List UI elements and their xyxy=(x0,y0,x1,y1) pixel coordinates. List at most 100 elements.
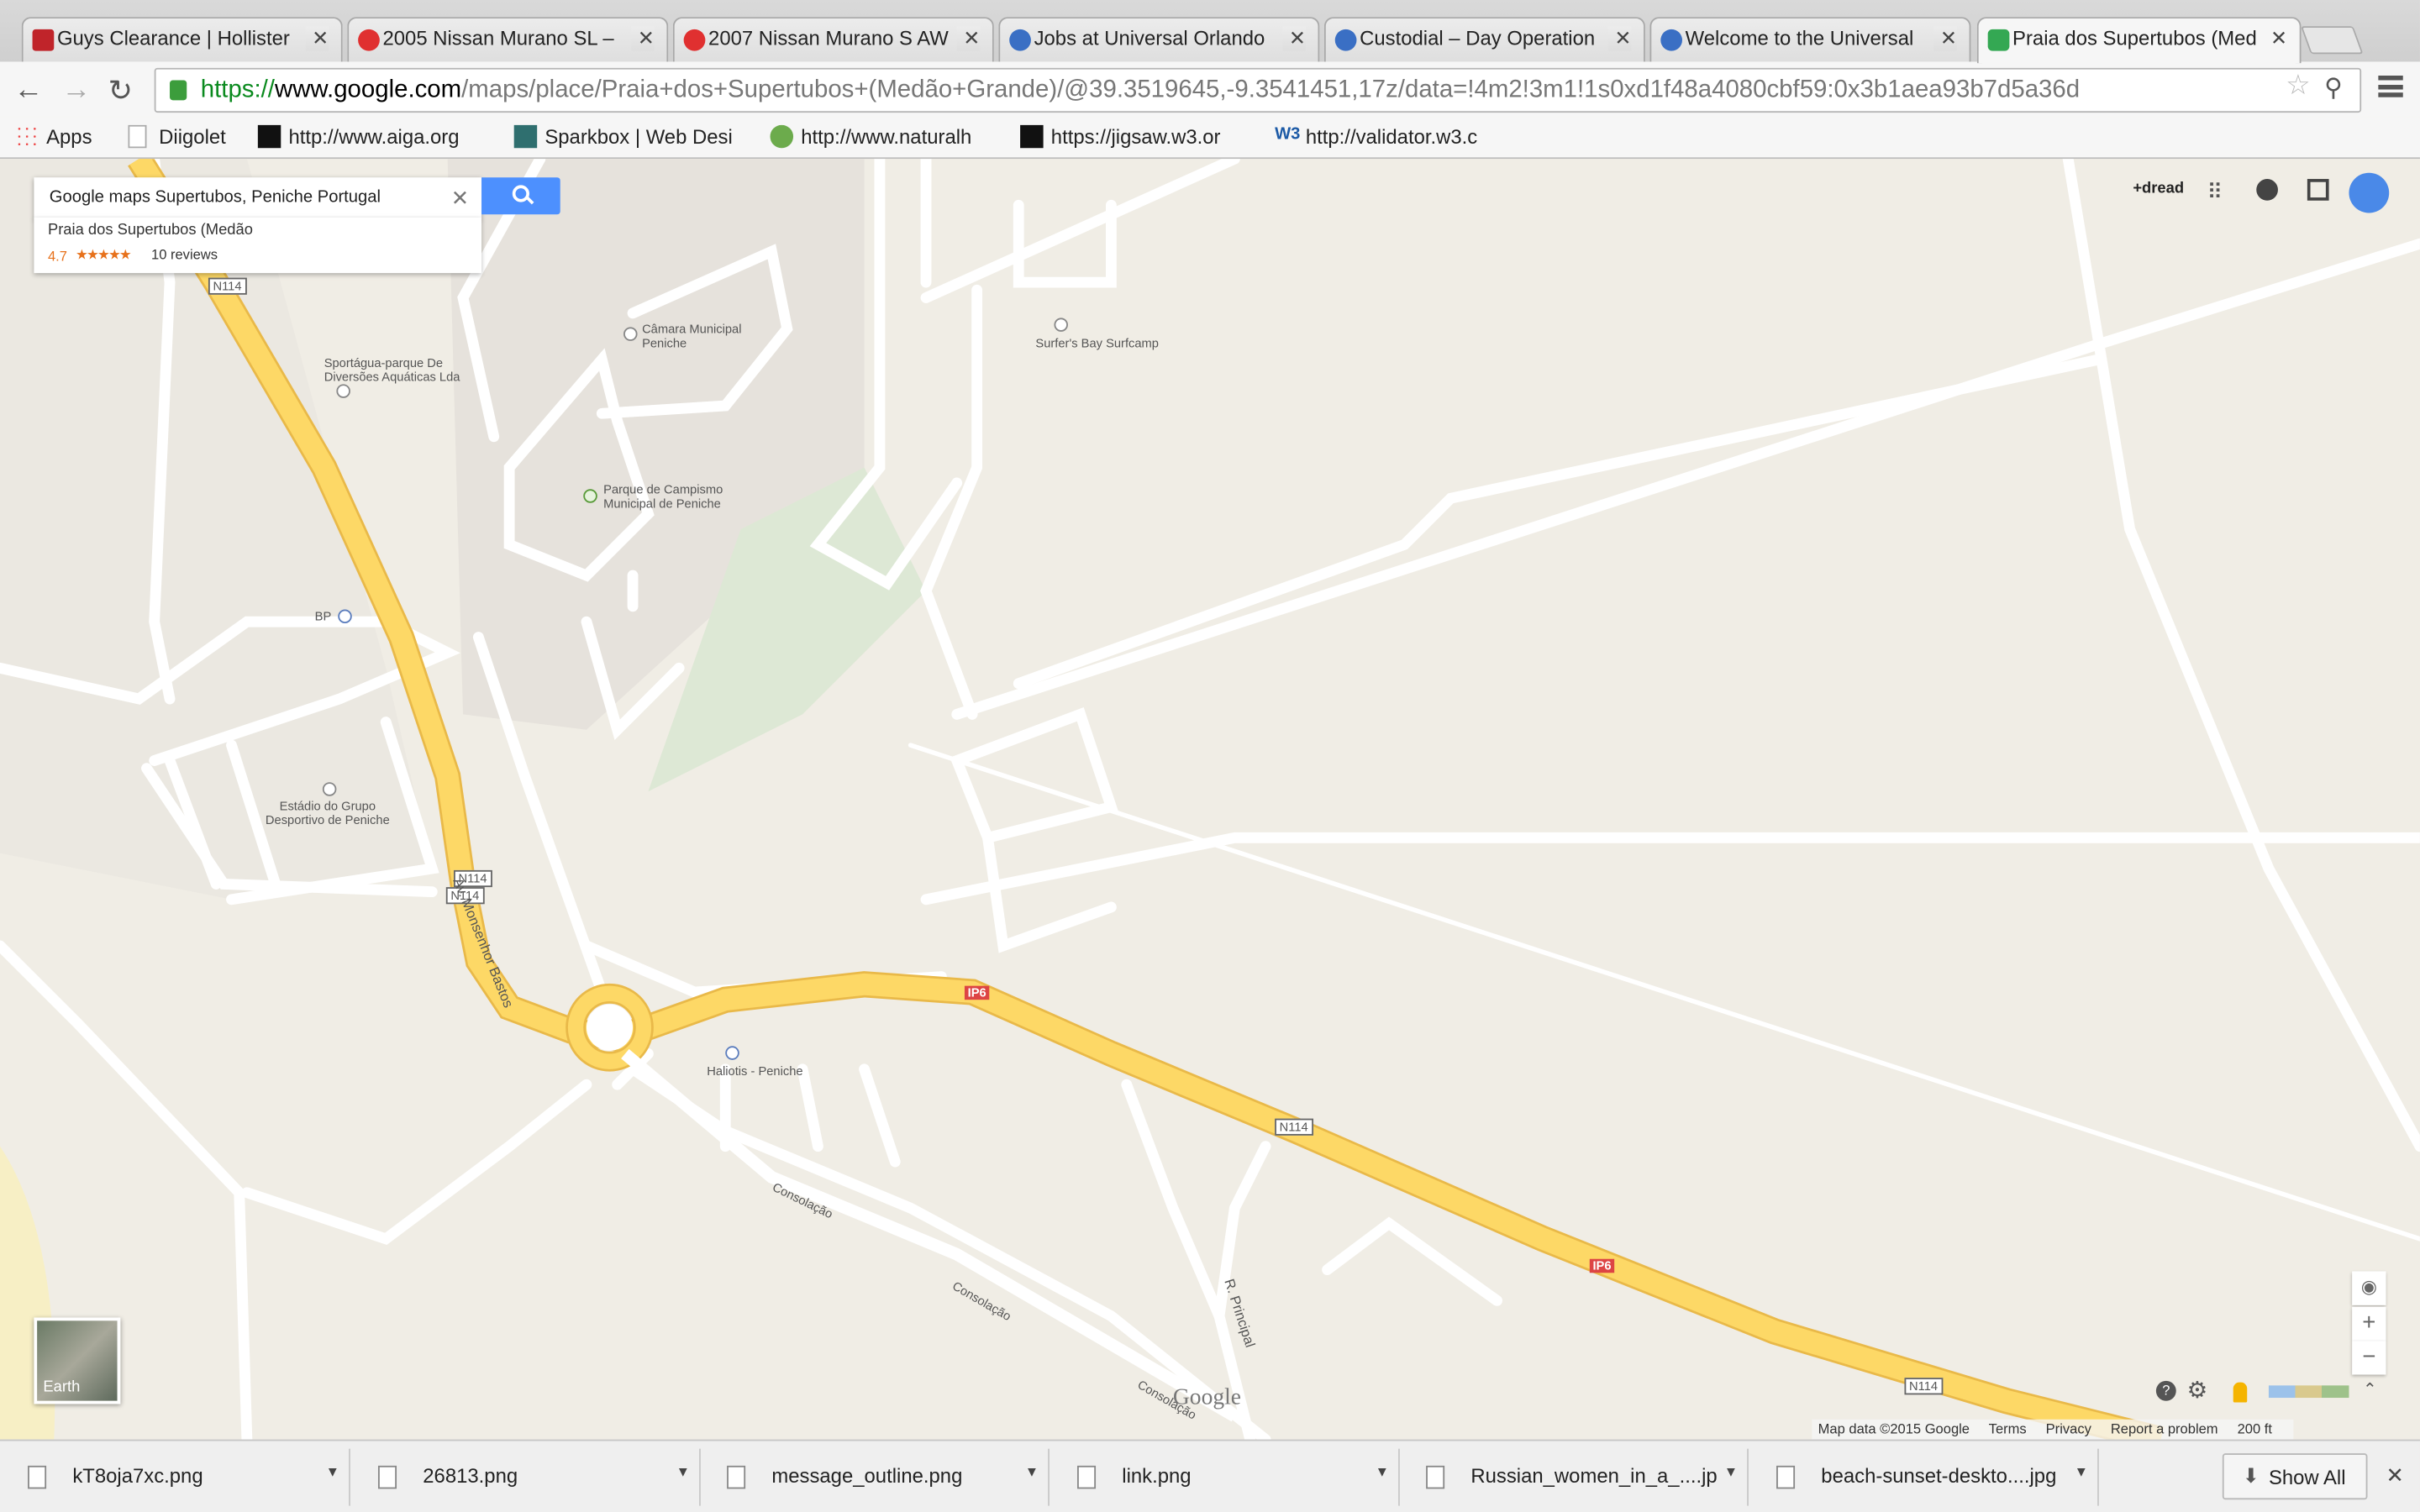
close-tab-icon[interactable]: ✕ xyxy=(631,26,655,51)
google-maps-icon xyxy=(1987,29,2010,51)
download-filename: link.png xyxy=(1122,1464,1192,1488)
hollister-icon xyxy=(32,29,55,51)
close-tab-icon[interactable]: ✕ xyxy=(1608,26,1632,51)
bookmark-apps[interactable]: Apps xyxy=(15,124,124,149)
chevron-down-icon[interactable]: ▼ xyxy=(1376,1464,1389,1479)
bookmark-label: Diigolet xyxy=(159,124,226,149)
back-arrow-icon[interactable]: ← xyxy=(14,74,44,108)
tab-title: Welcome to the Universal xyxy=(1685,26,1914,50)
download-filename: beach-sunset-deskto....jpg xyxy=(1821,1464,2057,1488)
address-bar[interactable]: https://www.google.com/maps/place/Praia+… xyxy=(154,67,2362,113)
terms-link[interactable]: Terms xyxy=(1989,1421,2027,1436)
water-park-icon[interactable] xyxy=(336,384,350,398)
notifications-icon[interactable] xyxy=(2256,179,2278,201)
reviews-link[interactable]: 10 reviews xyxy=(151,247,218,262)
poi-parque-campismo[interactable]: Parque de Campismo Municipal de Peniche xyxy=(603,483,723,511)
map-canvas[interactable]: N114 N114 N114 N114 N114 IP6 IP6 Câmara … xyxy=(0,159,2420,1440)
download-item[interactable]: kT8oja7xc.png ▼ xyxy=(6,1448,350,1506)
consolacao-road xyxy=(621,1048,1239,1422)
poi-surfcamp[interactable]: Surfer's Bay Surfcamp xyxy=(1035,336,1159,350)
scale-label[interactable]: 200 ft xyxy=(2238,1421,2272,1436)
close-tab-icon[interactable]: ✕ xyxy=(1282,26,1306,51)
poi-haliotis[interactable]: Haliotis - Peniche xyxy=(707,1064,802,1079)
search-button[interactable] xyxy=(481,177,560,215)
tab-welcome-universal[interactable]: Welcome to the Universal ✕ xyxy=(1649,17,1971,62)
download-item[interactable]: link.png ▼ xyxy=(1055,1448,1400,1506)
tab-nissan-2005[interactable]: 2005 Nissan Murano SL – ✕ xyxy=(347,17,669,62)
bookmark-diigolet[interactable]: Diigolet xyxy=(128,124,244,149)
close-tab-icon[interactable]: ✕ xyxy=(956,26,981,51)
campsite-icon[interactable] xyxy=(583,489,597,503)
route-shield-n114: N114 xyxy=(1904,1378,1943,1395)
tab-title: 2005 Nissan Murano SL – xyxy=(382,26,614,50)
city-hall-icon[interactable] xyxy=(623,327,638,341)
tab-custodial[interactable]: Custodial – Day Operation ✕ xyxy=(1323,17,1645,62)
expand-chevron-icon[interactable]: ⌃ xyxy=(2363,1379,2377,1399)
place-card[interactable]: Praia dos Supertubos (Medão 4.7 ★★★★★ 10… xyxy=(34,217,482,274)
close-downloads-icon[interactable]: ✕ xyxy=(2386,1462,2405,1488)
report-problem-link[interactable]: Report a problem xyxy=(2111,1421,2218,1436)
show-all-downloads-button[interactable]: Show All xyxy=(2222,1453,2368,1500)
search-icon[interactable]: ⚲ xyxy=(2324,72,2343,103)
new-tab-button[interactable] xyxy=(2301,26,2364,55)
zoom-out-button[interactable]: − xyxy=(2352,1341,2386,1375)
help-icon[interactable]: ? xyxy=(2155,1380,2176,1401)
earth-label: Earth xyxy=(43,1379,81,1397)
my-location-icon[interactable]: ◉ xyxy=(2352,1271,2386,1305)
file-icon xyxy=(28,1465,47,1489)
google-plus-user-link[interactable]: +dread xyxy=(2133,181,2184,197)
chevron-down-icon[interactable]: ▼ xyxy=(1724,1464,1738,1479)
place-name[interactable]: Praia dos Supertubos (Medão xyxy=(48,222,253,239)
poi-bp[interactable]: BP xyxy=(315,609,332,623)
poi-estadio[interactable]: Estádio do Grupo Desportivo de Peniche xyxy=(266,799,390,827)
tab-hollister[interactable]: Guys Clearance | Hollister ✕ xyxy=(21,17,343,62)
attraction-icon[interactable] xyxy=(725,1046,739,1060)
cg-icon xyxy=(683,29,706,51)
bookmark-star-icon[interactable]: ☆ xyxy=(2286,70,2311,102)
surfcamp-icon[interactable] xyxy=(1054,318,1068,332)
chevron-down-icon[interactable]: ▼ xyxy=(1025,1464,1039,1479)
imagery-thumbnails-icon[interactable] xyxy=(2268,1385,2349,1399)
tab-jobs-universal[interactable]: Jobs at Universal Orlando ✕ xyxy=(998,17,1320,62)
bookmark-jigsaw[interactable]: https://jigsaw.w3.or xyxy=(1020,124,1245,149)
chrome-menu-icon[interactable] xyxy=(2378,75,2403,97)
download-item[interactable]: Russian_women_in_a_....jpg ▼ xyxy=(1404,1448,1749,1506)
download-item[interactable]: message_outline.png ▼ xyxy=(705,1448,1050,1506)
clear-search-icon[interactable]: ✕ xyxy=(451,185,470,211)
avatar[interactable] xyxy=(2349,172,2390,213)
bookmark-aiga[interactable]: http://www.aiga.org xyxy=(257,124,483,149)
close-tab-icon[interactable]: ✕ xyxy=(2264,26,2287,51)
zoom-in-button[interactable]: + xyxy=(2352,1306,2386,1341)
tab-strip: Guys Clearance | Hollister ✕ 2005 Nissan… xyxy=(0,0,2420,64)
chevron-down-icon[interactable]: ▼ xyxy=(326,1464,339,1479)
download-item[interactable]: beach-sunset-deskto....jpg ▼ xyxy=(1754,1448,2099,1506)
close-tab-icon[interactable]: ✕ xyxy=(305,26,329,51)
pegman-icon[interactable] xyxy=(2233,1382,2248,1403)
file-icon xyxy=(1426,1465,1445,1489)
close-tab-icon[interactable]: ✕ xyxy=(1933,26,1957,51)
chevron-down-icon[interactable]: ▼ xyxy=(676,1464,690,1479)
bookmark-sparkbox[interactable]: Sparkbox | Web Desi xyxy=(513,124,739,149)
poi-camara[interactable]: Câmara Municipal Peniche xyxy=(642,323,741,350)
tab-title: Jobs at Universal Orlando xyxy=(1034,26,1265,50)
chevron-down-icon[interactable]: ▼ xyxy=(2075,1464,2088,1479)
stadium-icon[interactable] xyxy=(322,782,337,796)
apps-grid-icon[interactable]: ⠿ xyxy=(2207,179,2238,207)
bookmark-naturalh[interactable]: http://www.naturalh xyxy=(770,124,988,149)
tab-nissan-2007[interactable]: 2007 Nissan Murano S AW ✕ xyxy=(672,17,994,62)
earth-view-toggle[interactable]: Earth xyxy=(34,1317,121,1404)
google-logo: Google xyxy=(1172,1385,1242,1410)
tab-praia-supertubos[interactable]: Praia dos Supertubos (Med ✕ xyxy=(1976,17,2302,64)
w3-icon: W3 xyxy=(1275,124,1301,144)
poi-sportagua[interactable]: Sportágua-parque De Diversões Aquáticas … xyxy=(324,356,460,384)
share-plus-icon[interactable] xyxy=(2307,179,2329,201)
bookmark-validator[interactable]: W3 http://validator.w3.c xyxy=(1275,125,1503,149)
gas-station-icon[interactable] xyxy=(338,609,352,624)
privacy-link[interactable]: Privacy xyxy=(2046,1421,2091,1436)
reload-icon[interactable]: ↻ xyxy=(108,74,133,109)
browser-toolbar: ← → ↻ https://www.google.com/maps/place/… xyxy=(0,61,2420,118)
download-item[interactable]: 26813.png ▼ xyxy=(356,1448,701,1506)
search-input[interactable]: Google maps Supertubos, Peniche Portugal… xyxy=(34,177,482,219)
settings-gear-icon[interactable]: ⚙ xyxy=(2187,1376,2208,1404)
forward-arrow-icon[interactable]: → xyxy=(61,74,91,108)
